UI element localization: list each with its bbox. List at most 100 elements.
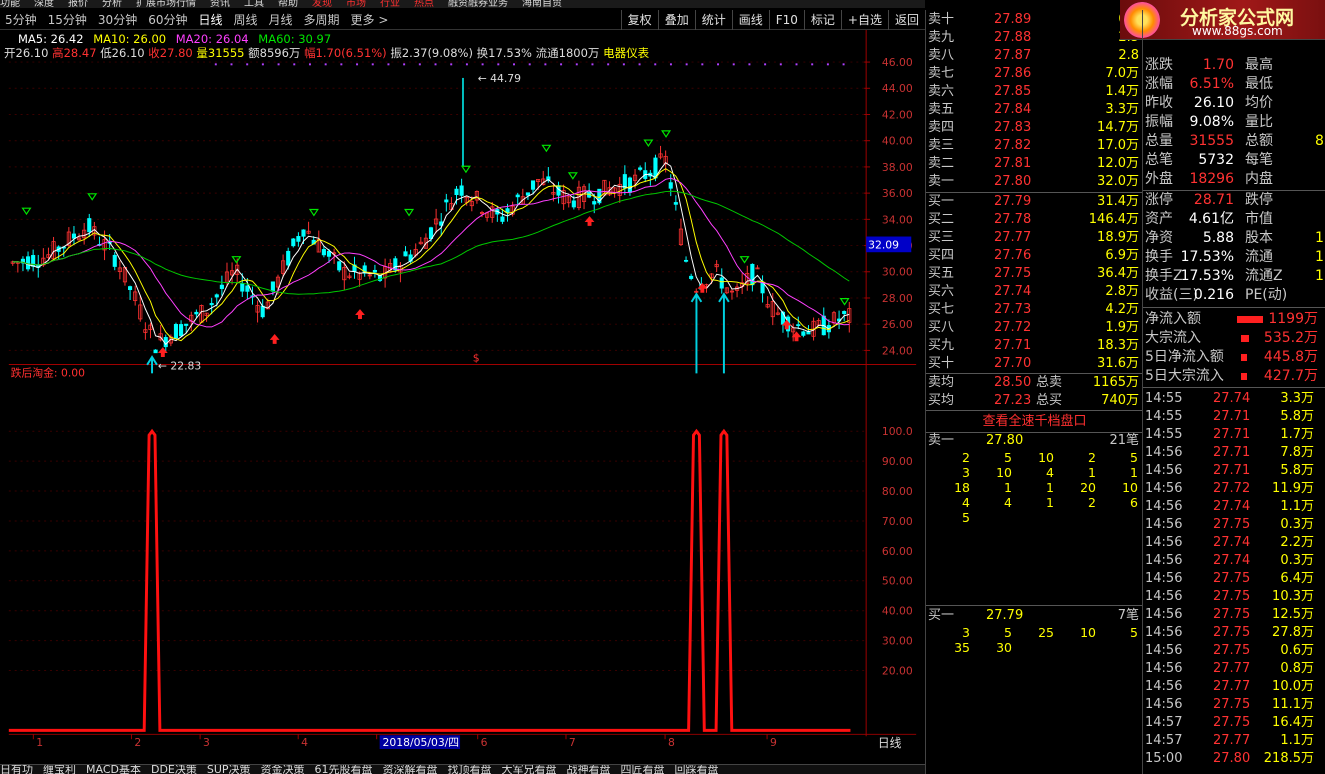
tick-time: 14:56 bbox=[1145, 607, 1183, 622]
quote-label: 换手 bbox=[1145, 249, 1173, 265]
kline-chart[interactable]: 46.0044.0042.0040.0038.0036.0034.0032.00… bbox=[0, 30, 925, 750]
menu-item-9[interactable]: 市场 bbox=[346, 0, 366, 8]
indicator-tabs: 日有功 缠宝利 MACD基本 DDE决策 SUP决策 资金决策 61先股看盘 资深解看盘 找顶看… bbox=[0, 764, 925, 774]
bid-row-8[interactable]: 买九 27.71 18.3万 bbox=[926, 337, 1143, 355]
price-axis-label: 42.00 bbox=[882, 108, 913, 121]
ask-row-4[interactable]: 卖六 27.85 1.4万 bbox=[926, 83, 1143, 101]
indicator-tab-1[interactable]: 缠宝利 bbox=[43, 765, 76, 774]
toolbar-button-1[interactable]: 叠加 bbox=[657, 10, 695, 30]
bid-row-5[interactable]: 买六 27.74 2.8万 bbox=[926, 283, 1143, 301]
quote-value-2: 85 bbox=[1315, 133, 1325, 149]
menu-item-1[interactable]: 深度 bbox=[34, 0, 54, 8]
menu-item-0[interactable]: 功能 bbox=[0, 0, 20, 8]
candle-body bbox=[214, 294, 219, 298]
ask-row-3[interactable]: 卖七 27.86 7.0万 bbox=[926, 65, 1143, 83]
view-full-depth-button[interactable]: 查看全速千档盘口 bbox=[926, 411, 1143, 433]
ask-volume: 3.3万 bbox=[1105, 102, 1139, 117]
period-tab-8[interactable]: 更多 > bbox=[346, 10, 395, 30]
indicator-tab-7[interactable]: 资深解看盘 bbox=[383, 765, 438, 774]
menu-item-6[interactable]: 工具 bbox=[244, 0, 264, 8]
tick-volume: 5.8万 bbox=[1280, 463, 1314, 478]
indicator-tab-0[interactable]: 日有功 bbox=[0, 765, 33, 774]
menu-item-12[interactable]: 融资融券业务 bbox=[448, 0, 508, 8]
sell-signal-arrow bbox=[661, 130, 672, 138]
menu-item-10[interactable]: 行业 bbox=[380, 0, 400, 8]
candle-body bbox=[592, 201, 597, 205]
bid-row-3[interactable]: 买四 27.76 6.9万 bbox=[926, 247, 1143, 265]
period-tab-1[interactable]: 15分钟 bbox=[43, 10, 93, 30]
menu-item-5[interactable]: 资讯 bbox=[210, 0, 230, 8]
sell-avg-total-value: 1165万 bbox=[1092, 375, 1139, 390]
menu-item-4[interactable]: 扩展市场行情 bbox=[136, 0, 196, 8]
indicator-tab-4[interactable]: SUP决策 bbox=[207, 765, 251, 774]
toolbar-button-0[interactable]: 复权 bbox=[620, 10, 658, 30]
bid-row-0[interactable]: 买一 27.79 31.4万 bbox=[926, 193, 1143, 211]
ask-row-1[interactable]: 卖九27.882.5 bbox=[926, 29, 1143, 47]
quote-row-5: 总笔 5732 每笔 bbox=[1145, 151, 1325, 170]
ask-row-0[interactable]: 卖十27.890.3 bbox=[926, 11, 1143, 29]
toolbar-button-6[interactable]: +自选 bbox=[840, 10, 888, 30]
bid-row-1[interactable]: 买二 27.78 146.4万 bbox=[926, 211, 1143, 229]
tick-price: 27.74 bbox=[1213, 535, 1251, 550]
indicator-tab-2[interactable]: MACD基本 bbox=[86, 765, 141, 774]
ask-row-5[interactable]: 卖五 27.84 3.3万 bbox=[926, 101, 1143, 119]
sell-signal-arrow bbox=[87, 193, 98, 201]
quote-label: 振幅 bbox=[1145, 114, 1173, 130]
bid-row-2[interactable]: 买三 27.77 18.9万 bbox=[926, 229, 1143, 247]
indicator-title: 跌后淘金: 0.00 bbox=[11, 366, 85, 379]
ask-row-6[interactable]: 卖四 27.83 14.7万 bbox=[926, 119, 1143, 137]
ask-row-2[interactable]: 卖八 27.87 2.8 bbox=[926, 47, 1143, 65]
x-axis-label: 8 bbox=[668, 736, 675, 749]
menu-item-8[interactable]: 发现 bbox=[312, 0, 332, 8]
ask-price: 27.87 bbox=[994, 48, 1032, 63]
toolbar-button-5[interactable]: 标记 bbox=[803, 10, 841, 30]
menu-item-2[interactable]: 报价 bbox=[68, 0, 88, 8]
menu-item-3[interactable]: 分析 bbox=[102, 0, 122, 8]
ask-row-7[interactable]: 卖三 27.82 17.0万 bbox=[926, 137, 1143, 155]
indicator-axis-label: 70.00 bbox=[882, 515, 913, 528]
bid-row-7[interactable]: 买八 27.72 1.9万 bbox=[926, 319, 1143, 337]
indicator-tab-11[interactable]: 四匠看盘 bbox=[621, 765, 665, 774]
period-tab-7[interactable]: 多周期 bbox=[299, 10, 346, 30]
ask-price: 27.85 bbox=[994, 84, 1032, 99]
indicator-tab-6[interactable]: 61先股看盘 bbox=[315, 765, 373, 774]
indicator-tab-8[interactable]: 找顶看盘 bbox=[448, 765, 492, 774]
menu-item-13[interactable]: 海南自贸 bbox=[522, 0, 562, 8]
ma20-value: MA20: 26.04 bbox=[175, 32, 249, 46]
marker-dot bbox=[779, 63, 782, 66]
toolbar-button-3[interactable]: 画线 bbox=[731, 10, 769, 30]
quote-label: 收益(三) bbox=[1145, 287, 1198, 303]
period-tab-6[interactable]: 月线 bbox=[264, 10, 299, 30]
candle-body bbox=[25, 256, 31, 270]
ask-row-8[interactable]: 卖二 27.81 12.0万 bbox=[926, 155, 1143, 173]
indicator-tab-9[interactable]: 大军兄看盘 bbox=[502, 765, 557, 774]
period-tab-5[interactable]: 周线 bbox=[229, 10, 264, 30]
ask-row-9[interactable]: 卖一 27.80 32.0万 bbox=[926, 173, 1143, 191]
toolbar-button-7[interactable]: 返回 bbox=[887, 10, 925, 30]
period-tab-2[interactable]: 30分钟 bbox=[93, 10, 143, 30]
toolbar-button-4[interactable]: F10 bbox=[768, 10, 804, 30]
tick-time: 14:56 bbox=[1145, 535, 1183, 550]
tick-volume: 5.8万 bbox=[1280, 409, 1314, 424]
bid-row-9[interactable]: 买十 27.70 31.6万 bbox=[926, 355, 1143, 373]
period-tab-3[interactable]: 60分钟 bbox=[143, 10, 193, 30]
toolbar-button-2[interactable]: 统计 bbox=[694, 10, 732, 30]
indicator-tab-10[interactable]: 战神看盘 bbox=[567, 765, 611, 774]
period-tab-4[interactable]: 日线 bbox=[193, 10, 228, 30]
menu-item-7[interactable]: 帮助 bbox=[278, 0, 298, 8]
ask-volume: 1.4万 bbox=[1105, 84, 1139, 99]
tick-time: 14:56 bbox=[1145, 517, 1183, 532]
indicator-tab-12[interactable]: 回踩看盘 bbox=[675, 765, 719, 774]
bid-row-4[interactable]: 买五 27.75 36.4万 bbox=[926, 265, 1143, 283]
queue-sell-order: 1 bbox=[1046, 480, 1054, 495]
indicator-tab-3[interactable]: DDE决策 bbox=[151, 765, 197, 774]
marker-dot bbox=[403, 63, 406, 66]
quote-label-2: 最低 bbox=[1245, 76, 1273, 92]
quote-row-8: 资产 4.61亿 市值 bbox=[1145, 210, 1325, 229]
indicator-tab-5[interactable]: 资金决策 bbox=[261, 765, 305, 774]
marker-dot bbox=[685, 63, 688, 66]
quote-value: 17.53% bbox=[1180, 249, 1234, 265]
menu-item-11[interactable]: 热点 bbox=[414, 0, 434, 8]
bid-row-6[interactable]: 买七 27.73 4.2万 bbox=[926, 301, 1143, 319]
period-tab-0[interactable]: 5分钟 bbox=[0, 10, 43, 30]
